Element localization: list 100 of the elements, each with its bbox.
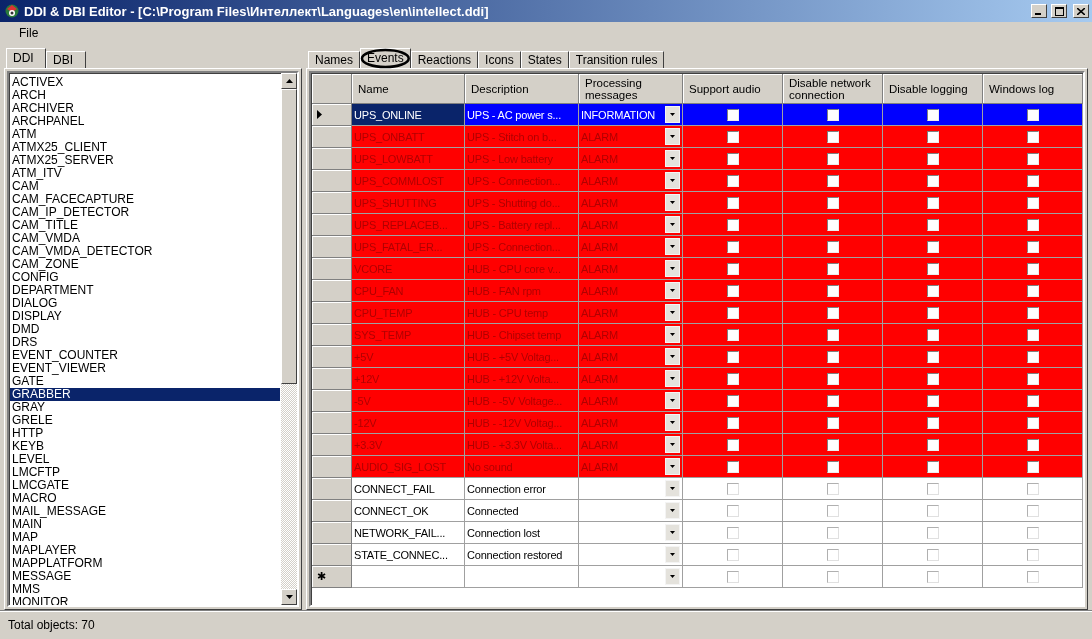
- object-list-item[interactable]: ACTIVEX: [10, 76, 280, 89]
- menu-item[interactable]: File: [12, 24, 46, 42]
- checkbox[interactable]: [726, 152, 739, 165]
- checkbox[interactable]: [726, 262, 739, 275]
- object-list-item[interactable]: MAP: [10, 531, 280, 544]
- checkbox[interactable]: [926, 108, 939, 121]
- checkbox[interactable]: [826, 526, 839, 539]
- tab[interactable]: Names: [308, 51, 360, 68]
- object-list-item[interactable]: MAIL_MESSAGE: [10, 505, 280, 518]
- column-header[interactable]: Disable network connection: [783, 74, 883, 104]
- object-list-item[interactable]: LMCGATE: [10, 479, 280, 492]
- object-list-item[interactable]: MACRO: [10, 492, 280, 505]
- checkbox[interactable]: [926, 482, 939, 495]
- object-list-item[interactable]: MMS: [10, 583, 280, 596]
- checkbox[interactable]: [926, 196, 939, 209]
- object-list-item[interactable]: ATMX25_CLIENT: [10, 141, 280, 154]
- checkbox[interactable]: [926, 130, 939, 143]
- checkbox[interactable]: [1026, 174, 1039, 187]
- checkbox[interactable]: [926, 350, 939, 363]
- checkbox[interactable]: [826, 240, 839, 253]
- tab[interactable]: Icons: [478, 51, 521, 68]
- checkbox[interactable]: [726, 306, 739, 319]
- checkbox[interactable]: [826, 262, 839, 275]
- checkbox[interactable]: [726, 504, 739, 517]
- object-list-item[interactable]: ARCH: [10, 89, 280, 102]
- scrollbar-thumb[interactable]: [281, 89, 297, 384]
- checkbox[interactable]: [926, 262, 939, 275]
- object-list-item[interactable]: EVENT_COUNTER: [10, 349, 280, 362]
- checkbox[interactable]: [926, 548, 939, 561]
- checkbox[interactable]: [726, 570, 739, 583]
- checkbox[interactable]: [1026, 262, 1039, 275]
- checkbox[interactable]: [726, 196, 739, 209]
- checkbox[interactable]: [726, 526, 739, 539]
- object-list-item[interactable]: CAM_TITLE: [10, 219, 280, 232]
- tab[interactable]: Events: [360, 48, 411, 68]
- tab[interactable]: Transition rules: [568, 51, 665, 68]
- checkbox[interactable]: [926, 416, 939, 429]
- checkbox[interactable]: [826, 218, 839, 231]
- object-list-item[interactable]: CAM_VMDA_DETECTOR: [10, 245, 280, 258]
- column-header[interactable]: Disable logging: [883, 74, 983, 104]
- minimize-button[interactable]: [1031, 4, 1047, 18]
- object-list-item[interactable]: LMCFTP: [10, 466, 280, 479]
- checkbox[interactable]: [726, 108, 739, 121]
- dropdown-field[interactable]: [579, 478, 683, 500]
- checkbox[interactable]: [1026, 548, 1039, 561]
- checkbox[interactable]: [726, 372, 739, 385]
- object-list-item[interactable]: DMD: [10, 323, 280, 336]
- column-header[interactable]: Windows log: [983, 74, 1083, 104]
- object-list-item[interactable]: ATMX25_SERVER: [10, 154, 280, 167]
- checkbox[interactable]: [926, 460, 939, 473]
- checkbox[interactable]: [826, 394, 839, 407]
- object-list-item[interactable]: MAPPLATFORM: [10, 557, 280, 570]
- checkbox[interactable]: [926, 504, 939, 517]
- column-header[interactable]: Name: [352, 74, 465, 104]
- checkbox[interactable]: [726, 240, 739, 253]
- checkbox[interactable]: [926, 438, 939, 451]
- checkbox[interactable]: [726, 438, 739, 451]
- checkbox[interactable]: [1026, 240, 1039, 253]
- object-list-item[interactable]: ARCHIVER: [10, 102, 280, 115]
- checkbox[interactable]: [926, 526, 939, 539]
- checkbox[interactable]: [926, 240, 939, 253]
- checkbox[interactable]: [826, 152, 839, 165]
- checkbox[interactable]: [926, 306, 939, 319]
- scroll-down-button[interactable]: [281, 589, 297, 605]
- row-header[interactable]: [312, 104, 352, 126]
- checkbox[interactable]: [926, 284, 939, 297]
- dropdown-field[interactable]: [579, 500, 683, 522]
- column-header[interactable]: Description: [465, 74, 579, 104]
- checkbox[interactable]: [726, 350, 739, 363]
- checkbox[interactable]: [1026, 130, 1039, 143]
- checkbox[interactable]: [1026, 504, 1039, 517]
- checkbox[interactable]: [826, 284, 839, 297]
- checkbox[interactable]: [826, 460, 839, 473]
- checkbox[interactable]: [1026, 152, 1039, 165]
- object-list-item[interactable]: DIALOG: [10, 297, 280, 310]
- checkbox[interactable]: [726, 394, 739, 407]
- checkbox[interactable]: [726, 482, 739, 495]
- checkbox[interactable]: [926, 174, 939, 187]
- object-list-item[interactable]: MAIN: [10, 518, 280, 531]
- checkbox[interactable]: [1026, 306, 1039, 319]
- checkbox[interactable]: [826, 350, 839, 363]
- checkbox[interactable]: [926, 394, 939, 407]
- checkbox[interactable]: [826, 438, 839, 451]
- object-list-item[interactable]: CAM_FACECAPTURE: [10, 193, 280, 206]
- object-list-item[interactable]: ATM: [10, 128, 280, 141]
- checkbox[interactable]: [1026, 372, 1039, 385]
- checkbox[interactable]: [726, 548, 739, 561]
- object-list-item[interactable]: GRAY: [10, 401, 280, 414]
- scroll-up-button[interactable]: [281, 73, 297, 89]
- object-list-item[interactable]: ATM_ITV: [10, 167, 280, 180]
- dropdown-field[interactable]: [579, 522, 683, 544]
- object-list-item[interactable]: DRS: [10, 336, 280, 349]
- object-list-item[interactable]: GATE: [10, 375, 280, 388]
- checkbox[interactable]: [926, 328, 939, 341]
- object-list-item[interactable]: DISPLAY: [10, 310, 280, 323]
- checkbox[interactable]: [1026, 570, 1039, 583]
- object-list-item[interactable]: ARCHPANEL: [10, 115, 280, 128]
- checkbox[interactable]: [726, 460, 739, 473]
- checkbox[interactable]: [1026, 482, 1039, 495]
- checkbox[interactable]: [826, 306, 839, 319]
